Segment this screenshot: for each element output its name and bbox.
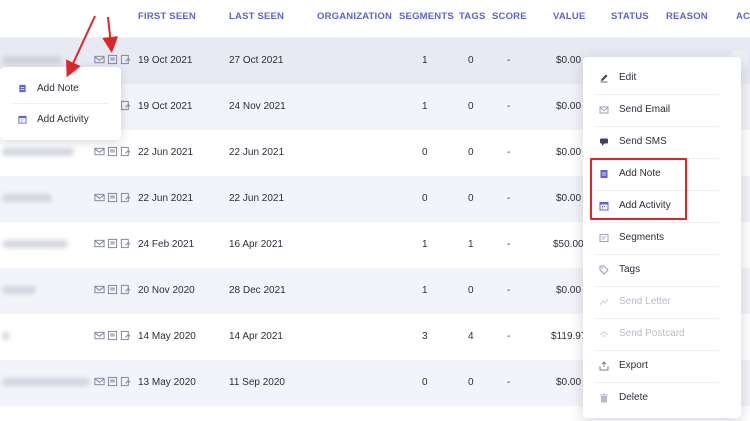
annotation-arrows	[66, 15, 119, 78]
arrow-to-left-menu	[66, 15, 96, 78]
arrow-to-note-icon	[102, 16, 119, 53]
